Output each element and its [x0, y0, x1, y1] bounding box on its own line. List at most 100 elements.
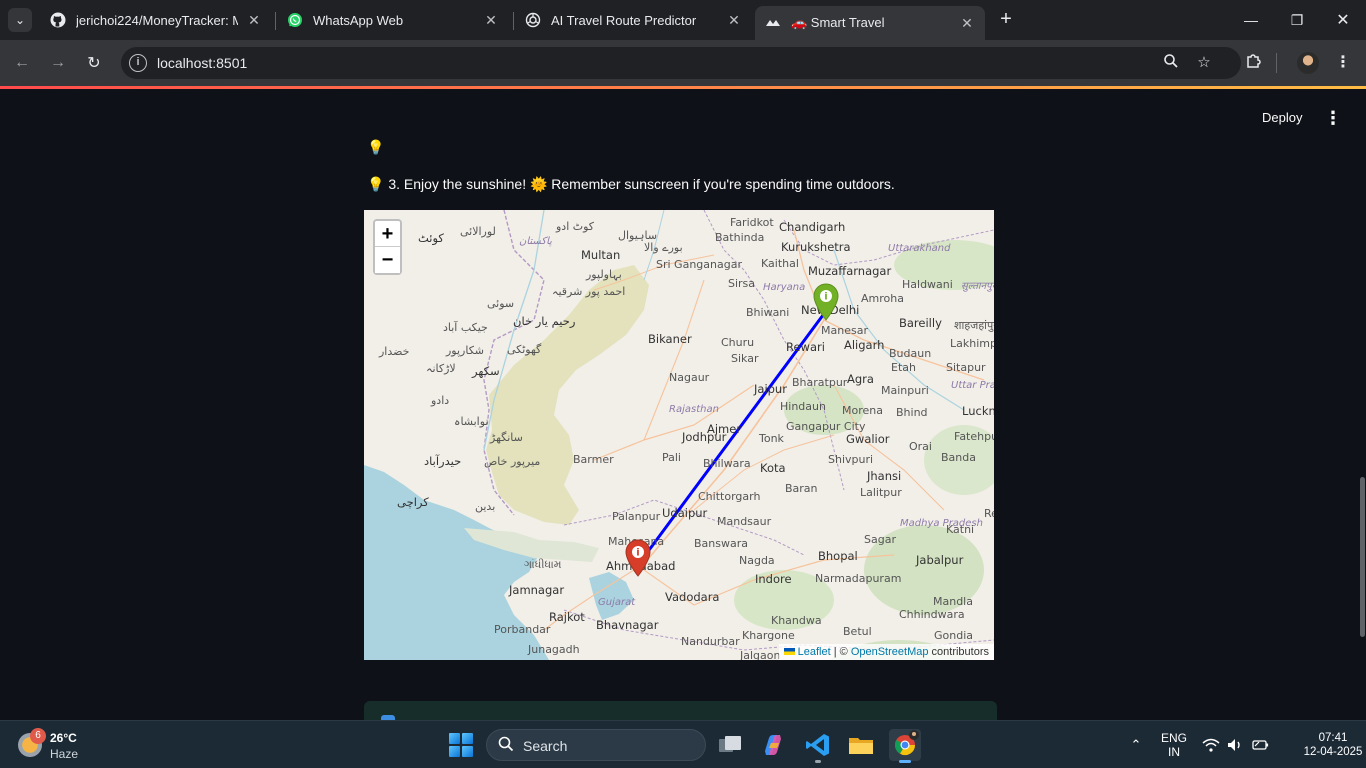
- tab-moneytracker[interactable]: jerichoi224/MoneyTracker: Mon ✕: [40, 6, 272, 34]
- map-place-label: Shivpuri: [828, 453, 874, 466]
- show-hidden-icons-chevron-icon[interactable]: ⌃: [1127, 737, 1145, 753]
- map-place-label: Udaipur: [662, 506, 708, 520]
- tab-title: 🚗 Smart Travel: [791, 15, 885, 30]
- tab-smart-travel[interactable]: 🚗 Smart Travel ✕: [755, 6, 985, 40]
- deploy-button[interactable]: Deploy: [1262, 110, 1302, 125]
- close-tab-icon[interactable]: ✕: [483, 12, 499, 28]
- map-place-label: Tonk: [759, 432, 784, 445]
- map-place-label: Luckno: [962, 404, 994, 418]
- zoom-magnifier-icon[interactable]: [1161, 53, 1181, 73]
- vscode-icon[interactable]: [802, 729, 834, 763]
- toolbar-divider: [1276, 53, 1277, 73]
- map-place-label: Gondia: [934, 629, 974, 642]
- battery-icon[interactable]: [1251, 737, 1269, 753]
- chrome-taskbar-icon[interactable]: [889, 729, 921, 763]
- end-marker-info-icon[interactable]: i: [625, 539, 651, 577]
- minimize-icon[interactable]: —: [1228, 0, 1274, 40]
- file-explorer-icon[interactable]: [845, 729, 877, 761]
- map-place-label: Haryana: [763, 282, 806, 293]
- map-place-label: Khargone: [742, 629, 795, 642]
- app-menu-icon[interactable]: ⋮: [1324, 108, 1342, 128]
- map-place-label: Betul: [843, 625, 872, 638]
- tip-bulb: 💡: [367, 139, 385, 155]
- map-place-label: Barmer: [573, 453, 614, 466]
- tab-ai-travel-route-predictor[interactable]: AI Travel Route Predictor ✕: [515, 6, 752, 34]
- active-indicator: [899, 760, 911, 763]
- map-place-label: Bathinda: [715, 231, 765, 244]
- map-place-label: دادو: [431, 394, 450, 407]
- map-place-label: Agra: [847, 372, 874, 386]
- language-indicator[interactable]: ENG IN: [1158, 731, 1190, 759]
- extensions-puzzle-icon[interactable]: [1243, 52, 1265, 74]
- close-window-icon[interactable]: ✕: [1320, 0, 1366, 40]
- taskbar-search[interactable]: Search: [486, 729, 706, 761]
- start-marker-info-icon[interactable]: i: [813, 283, 839, 321]
- running-indicator: [815, 760, 821, 763]
- attribution-separator: | ©: [830, 646, 851, 658]
- chrome-menu-icon[interactable]: ⋮: [1332, 52, 1354, 74]
- page-scrollbar[interactable]: [1360, 477, 1365, 637]
- openstreetmap-link[interactable]: OpenStreetMap: [851, 646, 929, 658]
- volume-icon[interactable]: [1226, 737, 1244, 753]
- forward-arrow-icon[interactable]: →: [46, 51, 70, 75]
- close-tab-icon[interactable]: ✕: [246, 12, 262, 28]
- map-place-label: Bharatpur: [792, 376, 848, 389]
- clock[interactable]: 07:41 12-04-2025: [1303, 731, 1363, 759]
- map-place-label: کوٹ ادو: [556, 220, 595, 233]
- address-bar[interactable]: i localhost:8501 ☆: [121, 47, 1241, 79]
- github-icon: [50, 12, 66, 28]
- map-place-label: Aligarh: [844, 338, 885, 352]
- bookmark-star-icon[interactable]: ☆: [1194, 53, 1214, 73]
- map-place-label: جیکب آباد: [443, 321, 488, 334]
- map-place-label: حیدرآباد: [424, 454, 462, 468]
- map-place-label: Jabalpur: [916, 553, 964, 567]
- new-tab-plus-icon[interactable]: +: [995, 9, 1017, 31]
- map-place-label: Jamnagar: [509, 583, 565, 597]
- wifi-icon[interactable]: [1202, 737, 1220, 753]
- map-place-label: Uttar Prade: [951, 380, 994, 391]
- tab-strip: ⌄ jerichoi224/MoneyTracker: Mon ✕ WhatsA…: [0, 0, 1366, 40]
- map-place-label: ગાંધીધામ: [524, 558, 562, 571]
- map-place-label: Mainpuri: [881, 384, 929, 397]
- tip-text: 💡 3. Enjoy the sunshine! 🌞 Remember suns…: [367, 176, 895, 192]
- leaflet-link[interactable]: Leaflet: [798, 646, 831, 658]
- close-tab-icon[interactable]: ✕: [959, 15, 975, 31]
- map-place-label: Katni: [946, 523, 975, 536]
- map-place-label: بہاولپور: [586, 268, 622, 281]
- task-view-icon[interactable]: [714, 729, 746, 761]
- reload-icon[interactable]: ↻: [82, 51, 106, 75]
- map-place-label: Nagaur: [669, 371, 710, 384]
- restore-icon[interactable]: ❐: [1274, 0, 1320, 40]
- zoom-out-button[interactable]: −: [375, 247, 400, 273]
- site-info-icon[interactable]: i: [129, 54, 147, 72]
- map-place-label: Porbandar: [494, 623, 551, 636]
- map-place-label: Vadodara: [665, 590, 720, 604]
- map-place-label: Lalitpur: [860, 486, 902, 499]
- zoom-in-button[interactable]: +: [375, 221, 400, 247]
- windows-start-icon[interactable]: [449, 733, 473, 757]
- map-place-label: Gujarat: [598, 597, 636, 608]
- tab-whatsapp[interactable]: WhatsApp Web ✕: [277, 6, 509, 34]
- tab-search-chevron-icon[interactable]: ⌄: [8, 8, 32, 32]
- region-code: IN: [1168, 745, 1180, 759]
- weather-widget[interactable]: 6 26°C Haze: [16, 728, 136, 763]
- back-arrow-icon[interactable]: ←: [10, 51, 34, 75]
- map-place-label: सुल्तानपुर: [961, 281, 994, 292]
- map-place-label: Re: [984, 507, 994, 520]
- copilot-icon[interactable]: [757, 729, 789, 761]
- map-place-label: Hindaun: [780, 400, 826, 413]
- map-place-label: Muzaffarnagar: [808, 264, 892, 278]
- map-place-label: بدین: [475, 500, 496, 513]
- tab-separator: [275, 12, 276, 30]
- map-place-label: Kaithal: [761, 257, 799, 270]
- route-map[interactable]: Chandigarh Kurukshetra Muzaffarnagar Uttara…: [364, 210, 994, 660]
- map-place-label: Chittorgarh: [698, 490, 761, 503]
- map-place-label: Sitapur: [946, 361, 986, 374]
- map-place-label: Sri Ganganagar: [656, 258, 742, 271]
- profile-avatar[interactable]: [1297, 52, 1319, 74]
- svg-text:i: i: [636, 548, 639, 559]
- map-place-label: Lakhimpur: [950, 337, 994, 350]
- close-tab-icon[interactable]: ✕: [726, 12, 742, 28]
- address-url[interactable]: localhost:8501: [157, 55, 247, 71]
- tab-title: WhatsApp Web: [313, 12, 404, 28]
